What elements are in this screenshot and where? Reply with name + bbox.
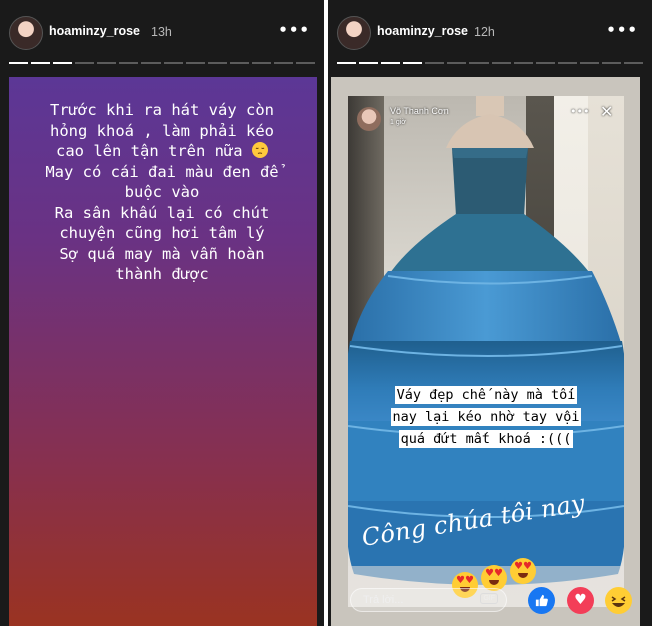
progress-segment	[97, 62, 117, 64]
love-reaction-button[interactable]: ♥	[567, 587, 594, 614]
story-panel-right[interactable]: hoaminzy_rose 12h ••• Võ Thanh Cơn 1 giờ…	[328, 0, 652, 626]
progress-segment	[229, 62, 249, 64]
story-header: hoaminzy_rose 12h •••	[328, 0, 652, 62]
story-time: 13h	[151, 25, 172, 39]
story-time: 12h	[474, 25, 495, 39]
progress-segment	[535, 62, 555, 64]
progress-segment	[141, 62, 161, 64]
story-progress-bar	[337, 62, 644, 64]
story-text-line: chuyện cũng hơi tâm lý	[59, 224, 265, 242]
avatar[interactable]	[337, 16, 371, 50]
more-options-icon[interactable]: •••	[278, 21, 310, 39]
story-text-line: Trước khi ra hát váy còn	[50, 101, 274, 119]
story-viewer: hoaminzy_rose 13h ••• Trước khi ra hát v…	[0, 0, 652, 626]
shared-more-icon: •••	[570, 105, 590, 118]
story-text-line: thành được	[115, 265, 209, 283]
gif-button[interactable]: GIF	[480, 593, 498, 604]
story-progress-bar	[9, 62, 316, 64]
story-text-line: buộc vào	[124, 183, 200, 201]
reply-input[interactable]: Trả lời... GIF	[350, 588, 507, 612]
progress-segment	[251, 62, 271, 64]
progress-segment	[53, 62, 73, 64]
progress-segment	[557, 62, 577, 64]
progress-segment	[403, 62, 423, 64]
progress-segment	[75, 62, 95, 64]
shared-close-icon: ✕	[600, 102, 614, 121]
username[interactable]: hoaminzy_rose	[49, 24, 140, 38]
progress-segment	[359, 62, 379, 64]
heart-icon: ♥	[574, 592, 587, 608]
progress-segment	[31, 62, 51, 64]
story-text-line: cao lên tận trên nữa	[56, 142, 243, 160]
progress-segment	[163, 62, 183, 64]
story-text-line-with-emoji: cao lên tận trên nữa	[18, 141, 306, 162]
progress-segment	[381, 62, 401, 64]
shared-story-screenshot: Võ Thanh Cơn 1 giờ ••• ✕ Váy đẹp chế này…	[348, 96, 624, 607]
progress-segment	[337, 62, 357, 64]
story-text-line: Sợ quá may mà vẫn hoàn	[59, 244, 265, 263]
story-text: Trước khi ra hát váy còn hỏng khoá , làm…	[18, 100, 306, 285]
progress-segment	[447, 62, 467, 64]
thumbs-up-icon	[535, 594, 548, 607]
progress-segment	[207, 62, 227, 64]
more-options-icon[interactable]: •••	[606, 21, 638, 39]
progress-segment	[185, 62, 205, 64]
shared-story-time: 1 giờ	[390, 119, 406, 126]
username[interactable]: hoaminzy_rose	[377, 24, 468, 38]
shared-author-name: Võ Thanh Cơn	[390, 106, 449, 116]
heart-eyes-emoji-icon	[510, 558, 536, 584]
progress-segment	[425, 62, 445, 64]
laughing-face-icon	[611, 596, 626, 607]
like-reaction-button[interactable]	[528, 587, 555, 614]
progress-segment	[273, 62, 294, 64]
story-caption: Váy đẹp chế này mà tối nay lại kéo nhờ t…	[354, 384, 618, 450]
caption-line: quá đứt mất khoá :(((	[398, 430, 574, 448]
pensive-face-icon	[251, 142, 268, 158]
progress-segment	[9, 62, 29, 64]
progress-segment	[624, 62, 644, 64]
avatar[interactable]	[9, 16, 43, 50]
progress-segment	[579, 62, 599, 64]
story-header: hoaminzy_rose 13h •••	[0, 0, 324, 62]
story-panel-left[interactable]: hoaminzy_rose 13h ••• Trước khi ra hát v…	[0, 0, 324, 626]
progress-segment	[296, 62, 316, 64]
progress-segment	[513, 62, 533, 64]
progress-segment	[601, 62, 622, 64]
story-text-line: May có cái đai màu đen để	[45, 162, 279, 181]
shared-author-avatar	[357, 107, 381, 131]
reply-placeholder: Trả lời...	[363, 594, 404, 606]
story-text-line: hỏng khoá , làm phải kéo	[50, 121, 274, 140]
progress-segment	[119, 62, 139, 64]
progress-segment	[469, 62, 489, 64]
caption-line: Váy đẹp chế này mà tối	[394, 386, 578, 404]
story-image: Võ Thanh Cơn 1 giờ ••• ✕ Váy đẹp chế này…	[331, 77, 640, 626]
caption-line: nay lại kéo nhờ tay vội	[390, 408, 582, 426]
haha-reaction-button[interactable]	[605, 587, 632, 614]
story-text-line: Ra sân khấu lại có chút	[54, 203, 270, 222]
progress-segment	[491, 62, 511, 64]
